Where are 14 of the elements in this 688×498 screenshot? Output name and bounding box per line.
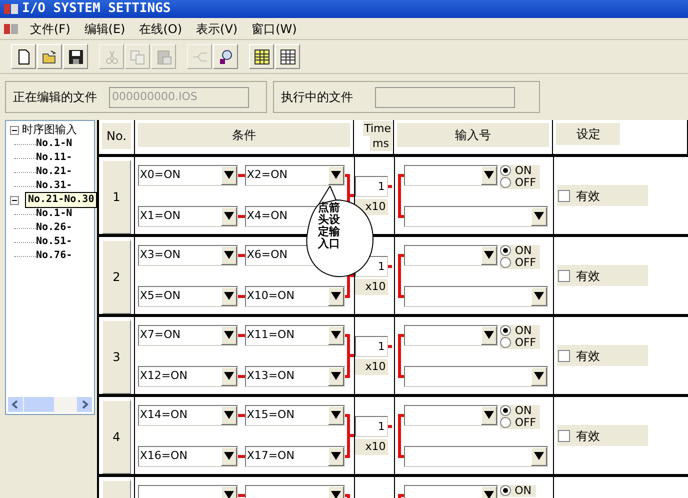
running-file-label: 执行中的文件 bbox=[281, 89, 353, 106]
tooltip: No.21-No.30 bbox=[25, 192, 98, 208]
editing-file-label: 正在编辑的文件 bbox=[13, 89, 97, 106]
time-unit-label: x10 bbox=[354, 439, 388, 455]
column-header: 输入号 bbox=[397, 123, 550, 147]
column-header: Time bbox=[363, 121, 392, 136]
column-header: 条件 bbox=[138, 123, 350, 147]
column-header: ms bbox=[370, 136, 392, 151]
column-header: 设定 bbox=[556, 123, 620, 145]
time-unit-label: x10 bbox=[354, 279, 388, 295]
column-header: No. bbox=[102, 123, 131, 149]
window-title: I/O SYSTEM SETTINGS bbox=[22, 0, 171, 18]
time-unit-label: x10 bbox=[354, 359, 388, 375]
editing-file-field: 000000000.IOS bbox=[109, 86, 249, 108]
